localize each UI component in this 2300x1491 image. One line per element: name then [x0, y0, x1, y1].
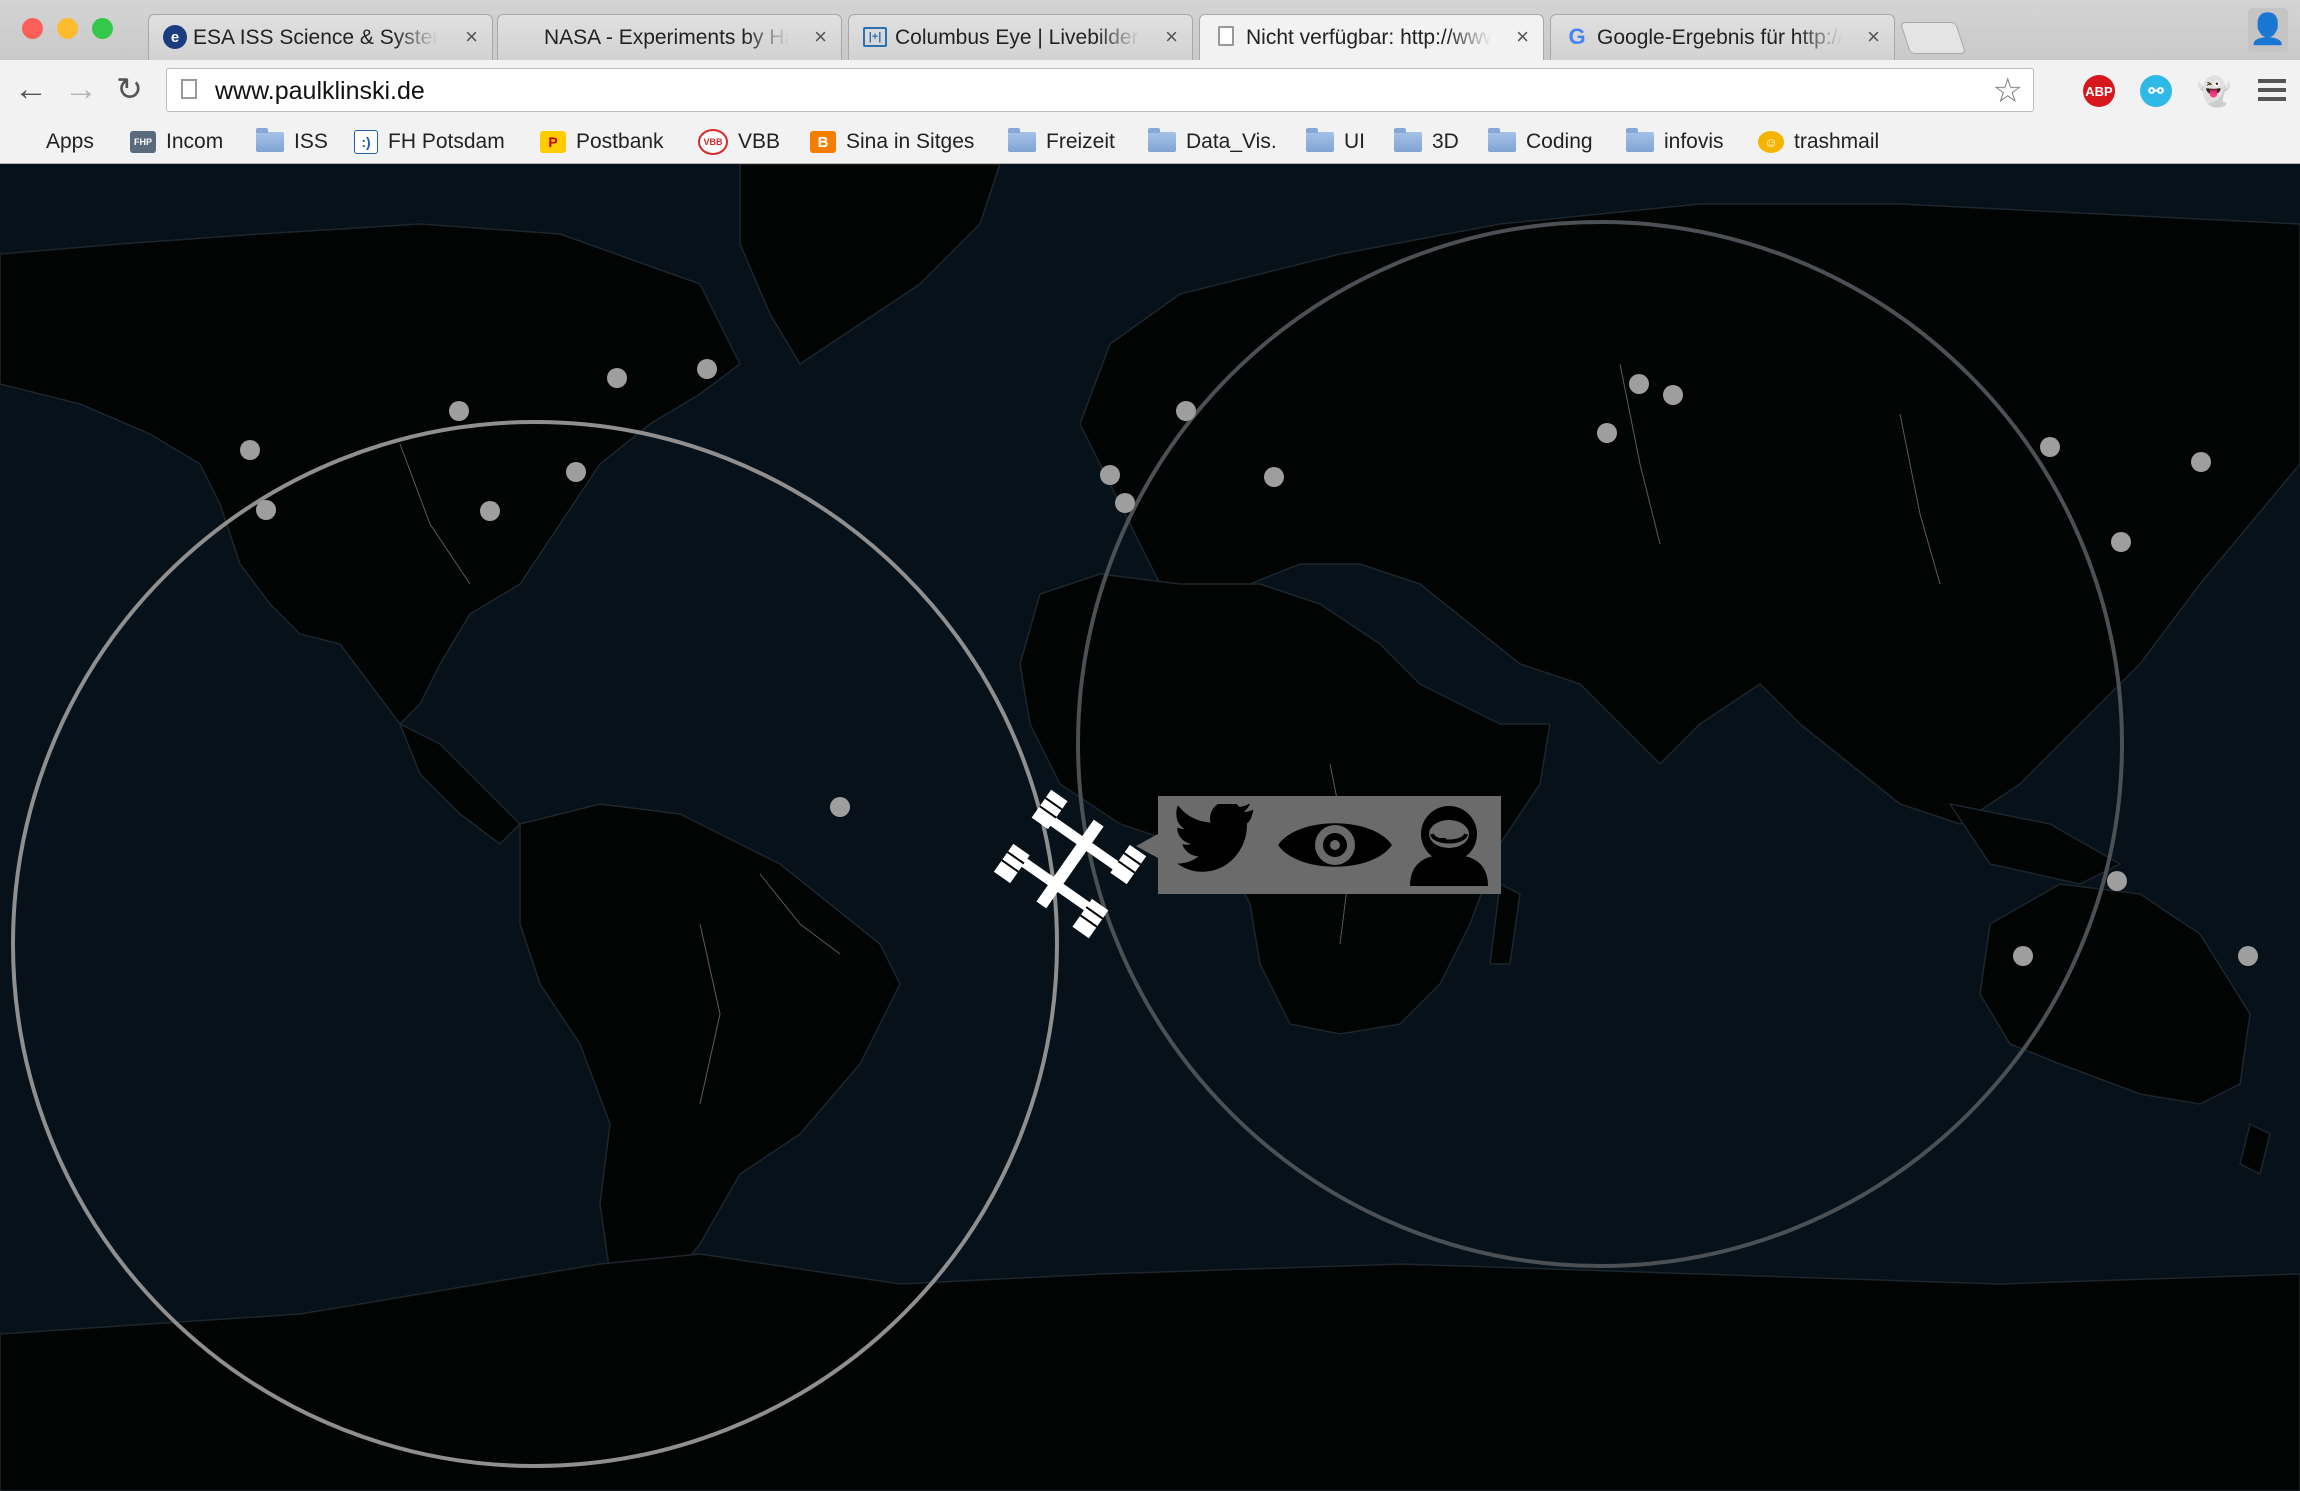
bookmark-incom[interactable]: FHP Incom [130, 128, 223, 156]
ghostery-icon[interactable]: 👻 [2197, 75, 2232, 107]
folder-icon [1626, 128, 1654, 152]
bookmark-postbank[interactable]: P Postbank [540, 128, 664, 156]
menu-icon[interactable] [2258, 79, 2286, 101]
back-icon[interactable]: ← [14, 72, 48, 106]
folder-icon [1306, 128, 1334, 152]
tab-columbus-eye[interactable]: |+| Columbus Eye | Livebilder v × [848, 14, 1193, 60]
browser-chrome: e ESA ISS Science & System × NASA - Expe… [0, 0, 2300, 164]
tab-strip: e ESA ISS Science & System × NASA - Expe… [0, 0, 2300, 61]
tab-close-icon[interactable]: × [1516, 24, 1529, 50]
tab-close-icon[interactable]: × [1867, 24, 1880, 50]
bookmark-infovis[interactable]: infovis [1626, 128, 1724, 156]
view-button[interactable] [1274, 804, 1396, 886]
trashmail-icon: ☺ [1758, 131, 1784, 153]
fh-potsdam-icon: :) [354, 130, 378, 154]
bookmark-trashmail[interactable]: ☺ trashmail [1758, 128, 1879, 156]
folder-icon [256, 128, 284, 152]
tab-close-icon[interactable]: × [1165, 24, 1178, 50]
address-bar[interactable]: www.paulklinski.de ☆ [166, 68, 2034, 112]
bookmark-sina-in-sitges[interactable]: B Sina in Sitges [810, 128, 974, 156]
share-extension-icon[interactable]: ⚯ [2140, 75, 2172, 107]
folder-icon [1008, 128, 1036, 152]
blogger-icon: B [810, 131, 836, 153]
fhp-icon: FHP [130, 131, 156, 153]
close-window-button[interactable] [22, 18, 43, 39]
tab-close-icon[interactable]: × [814, 24, 827, 50]
profile-icon[interactable]: 👤 [2248, 8, 2288, 52]
columbus-eye-icon: |+| [863, 27, 887, 47]
astronaut-icon [1410, 806, 1488, 886]
astronaut-button[interactable] [1404, 804, 1494, 886]
tab-nasa[interactable]: NASA - Experiments by Ha × [497, 14, 842, 60]
tab-title: Google-Ergebnis für http:// [1597, 26, 1842, 49]
page-icon [181, 79, 197, 99]
minimize-window-button[interactable] [57, 18, 78, 39]
tab-esa[interactable]: e ESA ISS Science & System × [148, 14, 493, 60]
bookmark-3d[interactable]: 3D [1394, 128, 1459, 156]
bookmark-coding[interactable]: Coding [1488, 128, 1593, 156]
bookmark-freizeit[interactable]: Freizeit [1008, 128, 1115, 156]
url-text: www.paulklinski.de [215, 77, 425, 105]
tab-nicht-verfuegbar[interactable]: Nicht verfügbar: http://www × [1199, 14, 1544, 61]
esa-icon: e [163, 25, 187, 49]
world-map[interactable] [0, 164, 2300, 1491]
vbb-icon: VBB [698, 129, 728, 155]
tab-title: ESA ISS Science & System [193, 26, 438, 49]
folder-icon [1488, 128, 1516, 152]
tab-title: Columbus Eye | Livebilder v [895, 26, 1140, 49]
new-tab-button[interactable] [1899, 22, 1967, 54]
bookmark-ui[interactable]: UI [1306, 128, 1365, 156]
world-map-svg [0, 164, 2300, 1491]
postbank-icon: P [540, 131, 566, 153]
forward-icon[interactable]: → [64, 72, 98, 106]
eye-icon [1278, 823, 1392, 867]
bookmark-fh-potsdam[interactable]: :) FH Potsdam [354, 128, 505, 156]
tab-google-result[interactable]: G Google-Ergebnis für http:// × [1550, 14, 1895, 60]
bookmark-star-icon[interactable]: ☆ [1993, 71, 2023, 111]
page-icon [1218, 26, 1234, 46]
folder-icon [1148, 128, 1176, 152]
bookmark-vbb[interactable]: VBB VBB [698, 128, 780, 156]
bookmark-data-vis[interactable]: Data_Vis. [1148, 128, 1277, 156]
tab-title: NASA - Experiments by Ha [544, 26, 789, 49]
bookmark-apps[interactable]: Apps [14, 128, 94, 156]
tab-close-icon[interactable]: × [465, 24, 478, 50]
tab-title: Nicht verfügbar: http://www [1246, 26, 1491, 49]
google-icon: G [1568, 24, 1586, 49]
bookmark-iss[interactable]: ISS [256, 128, 328, 156]
apps-grid-icon [14, 131, 36, 153]
iss-action-bar [1136, 796, 1501, 894]
maximize-window-button[interactable] [92, 18, 113, 39]
bookmarks-bar: Apps FHP Incom ISS :) FH Potsdam P Postbank… [0, 120, 2300, 164]
reload-icon[interactable]: ↻ [116, 73, 143, 105]
folder-icon [1394, 128, 1422, 152]
adblock-plus-icon[interactable]: ABP [2083, 75, 2115, 107]
browser-toolbar: ← → ↻ www.paulklinski.de ☆ ABP ⚯ 👻 [0, 60, 2300, 120]
twitter-icon [1176, 804, 1254, 872]
twitter-button[interactable] [1166, 804, 1266, 886]
